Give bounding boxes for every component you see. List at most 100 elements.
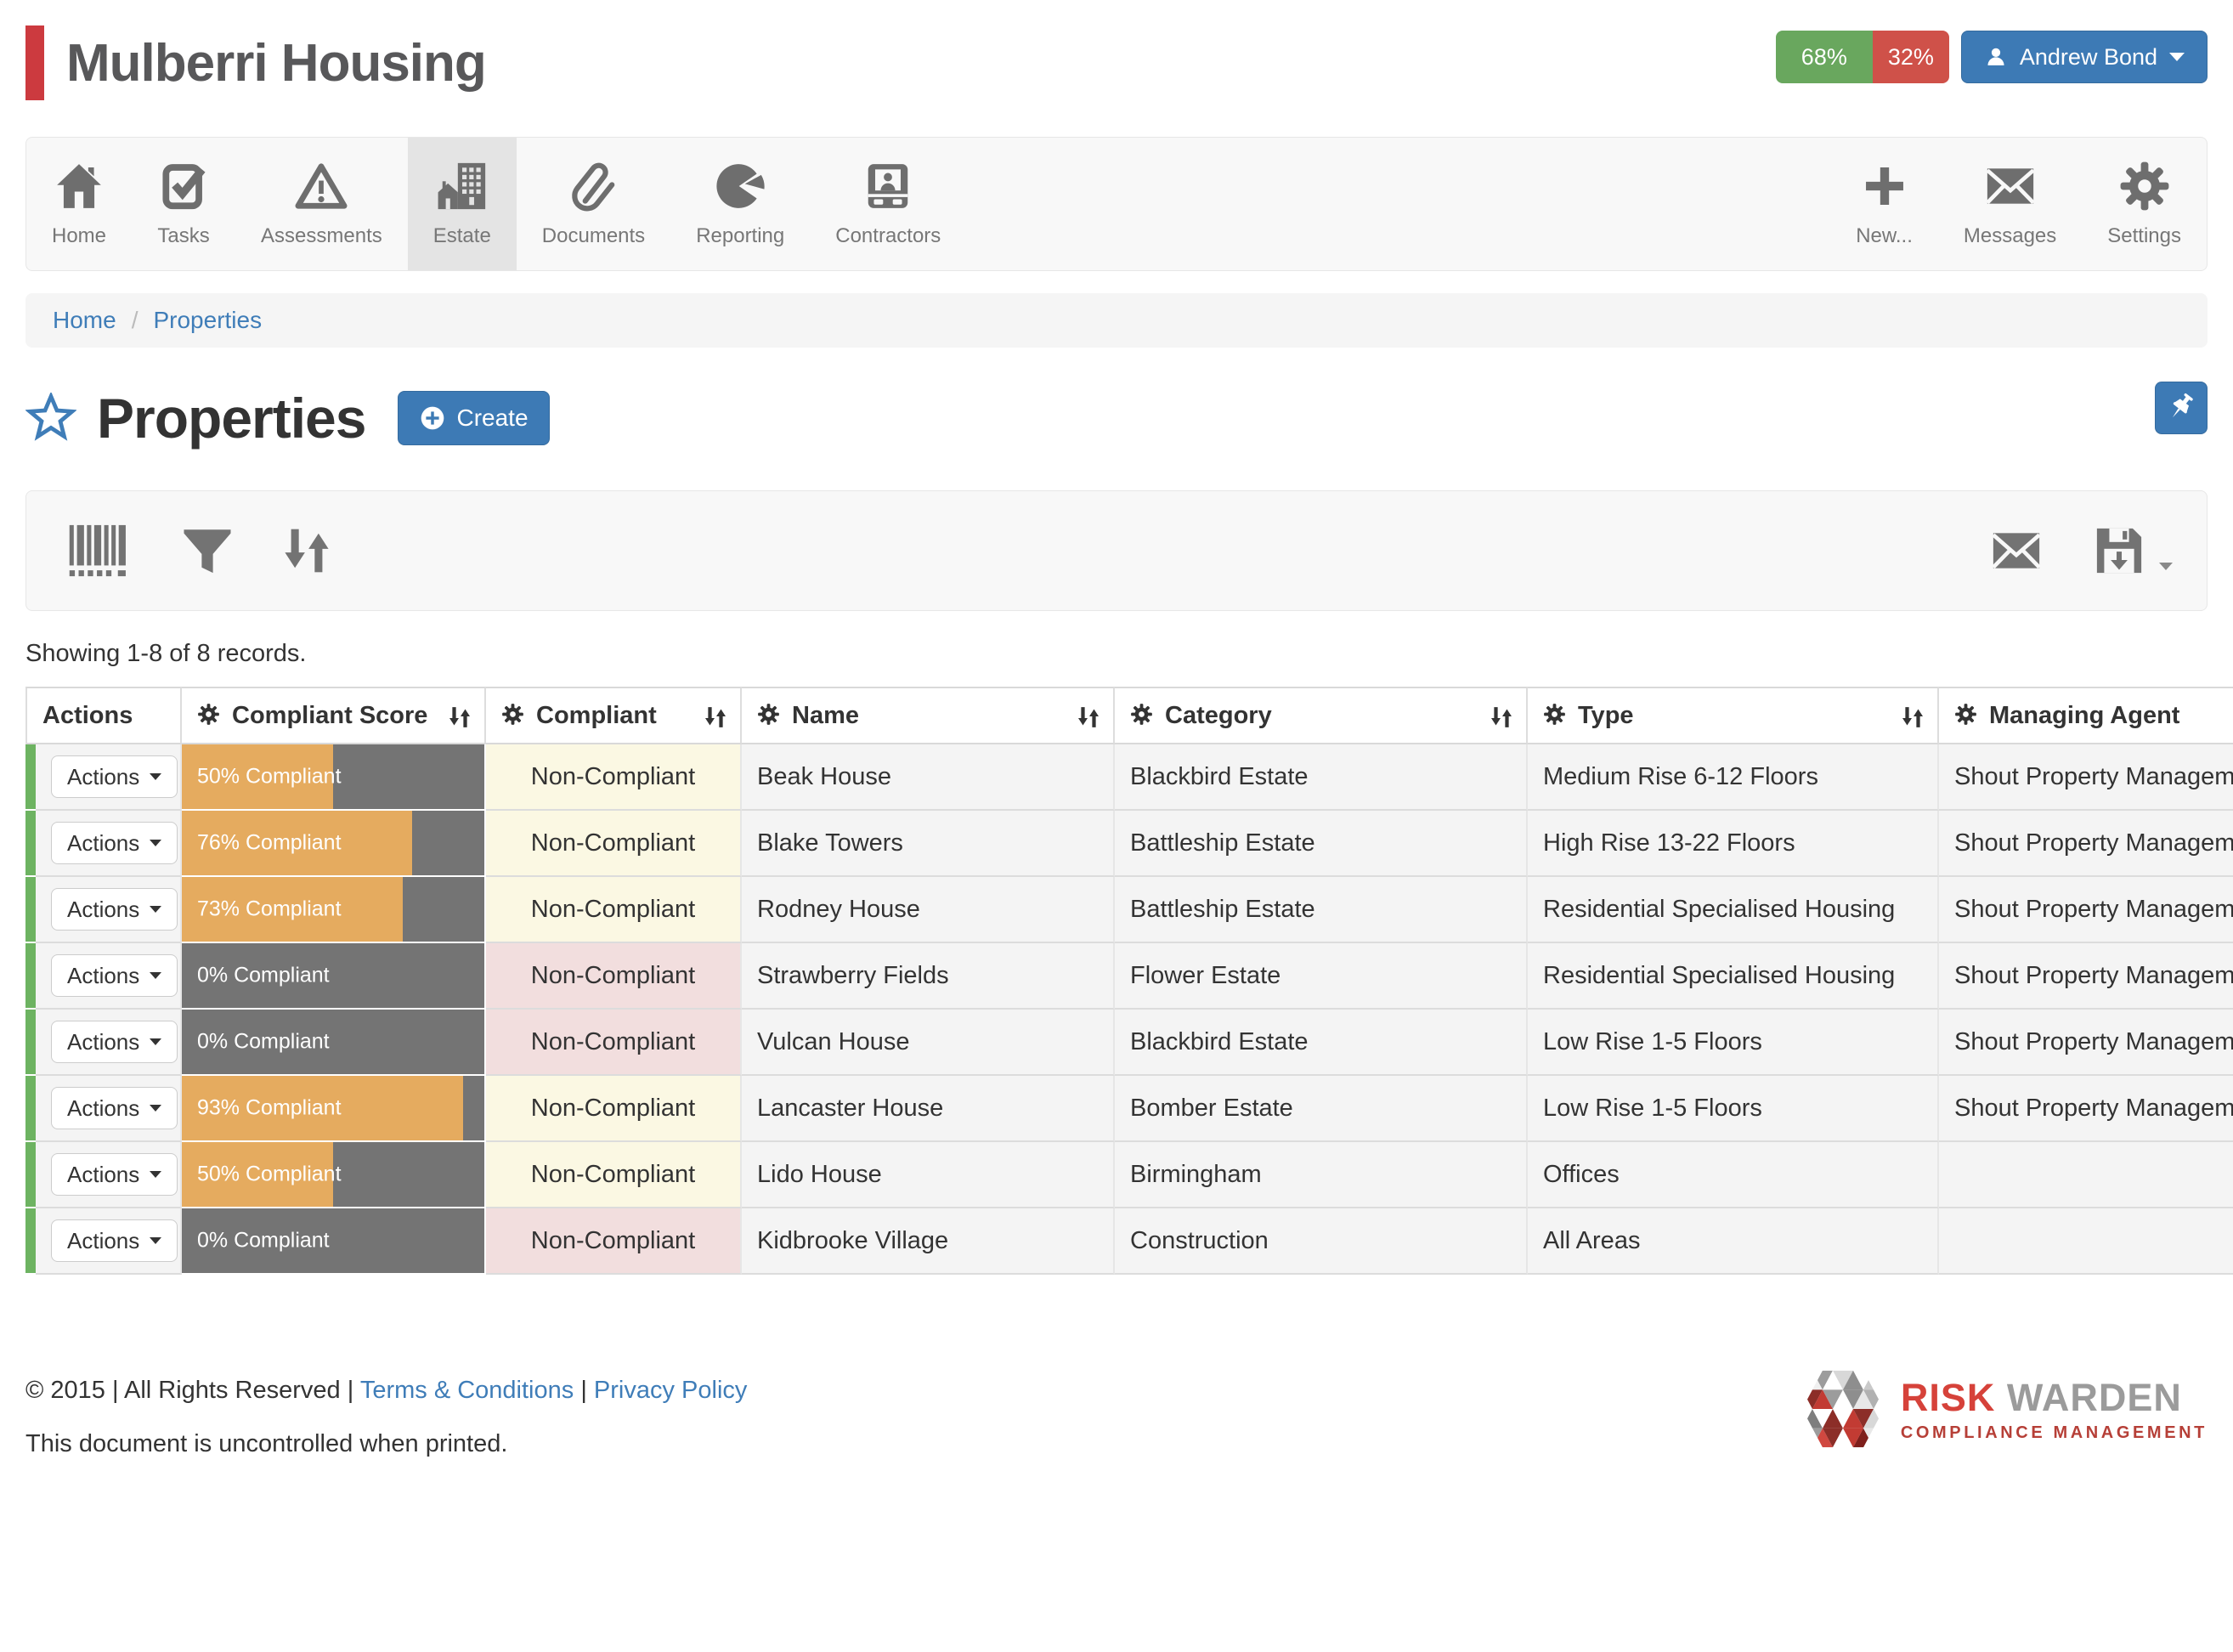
warning-triangle-icon xyxy=(295,160,348,212)
compliant-score-cell: 0% Compliant xyxy=(182,943,486,1010)
hexagon-mosaic-icon xyxy=(1802,1366,1884,1451)
nav-item-settings[interactable]: Settings xyxy=(2082,138,2207,270)
nav-label: Reporting xyxy=(696,224,784,248)
privacy-link[interactable]: Privacy Policy xyxy=(594,1377,748,1404)
column-header-name[interactable]: Name xyxy=(742,687,1115,744)
column-header-compliant-score[interactable]: Compliant Score xyxy=(182,687,486,744)
save-export-button[interactable] xyxy=(2091,523,2173,579)
terms-link[interactable]: Terms & Conditions xyxy=(360,1377,574,1404)
caret-down-icon xyxy=(2159,563,2173,579)
table-header-row: Actions Compliant Score Compliant Name xyxy=(25,687,2233,744)
table-row: Actions 76% Compliant Non-Compliant Blak… xyxy=(25,811,2233,877)
nav-item-estate[interactable]: Estate xyxy=(408,138,517,270)
nav-item-home[interactable]: Home xyxy=(26,138,132,270)
column-header-managing-agent[interactable]: Managing Agent xyxy=(1939,687,2233,744)
compliant-score-cell: 73% Compliant xyxy=(182,877,486,943)
row-actions-button[interactable]: Actions xyxy=(51,1021,178,1063)
name-cell: Kidbrooke Village xyxy=(742,1208,1115,1275)
actions-button-label: Actions xyxy=(67,830,139,857)
nav-left-group: Home Tasks Assessments Estate Documents … xyxy=(26,138,966,270)
row-status-stripe xyxy=(25,877,36,943)
actions-button-label: Actions xyxy=(67,764,139,790)
contact-card-icon xyxy=(862,160,914,212)
nav-item-assessments[interactable]: Assessments xyxy=(235,138,408,270)
nav-label: Settings xyxy=(2107,224,2181,248)
type-cell: Residential Specialised Housing xyxy=(1528,943,1939,1010)
filter-button[interactable] xyxy=(179,521,235,580)
row-actions-button[interactable]: Actions xyxy=(51,1153,178,1196)
row-actions-button[interactable]: Actions xyxy=(51,888,178,931)
column-header-category[interactable]: Category xyxy=(1115,687,1528,744)
row-actions-button[interactable]: Actions xyxy=(51,822,178,864)
create-button[interactable]: Create xyxy=(398,391,549,445)
managing-agent-cell: Shout Property Management xyxy=(1939,744,2233,811)
caret-down-icon xyxy=(150,1038,161,1045)
barcode-button[interactable] xyxy=(60,518,135,583)
caret-down-icon xyxy=(150,906,161,913)
user-menu-button[interactable]: Andrew Bond xyxy=(1961,31,2208,83)
breadcrumb-home-link[interactable]: Home xyxy=(53,307,116,334)
managing-agent-cell xyxy=(1939,1208,2233,1275)
risk-warden-logo: RISK WARDEN COMPLIANCE MANAGEMENT xyxy=(1802,1366,2208,1451)
save-icon xyxy=(2091,523,2147,579)
actions-button-label: Actions xyxy=(67,1029,139,1055)
page: Mulberri Housing 68% 32% Andrew Bond Hom… xyxy=(0,0,2233,1652)
properties-table: Actions Compliant Score Compliant Name xyxy=(25,687,2233,1275)
category-cell: Bomber Estate xyxy=(1115,1076,1528,1142)
compliance-summary-badge: 68% 32% xyxy=(1776,31,1949,83)
sort-arrows-icon xyxy=(1076,704,1101,730)
row-actions-button[interactable]: Actions xyxy=(51,1087,178,1129)
gear-icon xyxy=(197,703,220,726)
compliant-score-cell: 50% Compliant xyxy=(182,1142,486,1208)
nav-right-group: New... Messages Settings xyxy=(1830,138,2207,270)
compliant-score-cell: 93% Compliant xyxy=(182,1076,486,1142)
pin-button[interactable] xyxy=(2155,382,2208,434)
email-export-button[interactable] xyxy=(1986,524,2047,577)
score-label: 93% Compliant xyxy=(197,1096,342,1121)
column-header-compliant[interactable]: Compliant xyxy=(486,687,742,744)
compliant-score-cell: 50% Compliant xyxy=(182,744,486,811)
nav-item-messages[interactable]: Messages xyxy=(1938,138,2082,270)
type-cell: High Rise 13-22 Floors xyxy=(1528,811,1939,877)
logo-tagline: COMPLIANCE MANAGEMENT xyxy=(1901,1423,2208,1443)
type-cell: Low Rise 1-5 Floors xyxy=(1528,1076,1939,1142)
name-cell: Vulcan House xyxy=(742,1010,1115,1076)
type-cell: Offices xyxy=(1528,1142,1939,1208)
breadcrumb-properties-link[interactable]: Properties xyxy=(153,307,262,334)
category-cell: Battleship Estate xyxy=(1115,811,1528,877)
favorite-star-icon[interactable] xyxy=(25,393,76,444)
create-button-label: Create xyxy=(456,405,528,432)
caret-down-icon xyxy=(150,1105,161,1112)
footer-separator: | xyxy=(348,1377,354,1404)
building-icon xyxy=(436,160,489,212)
category-cell: Birmingham xyxy=(1115,1142,1528,1208)
nav-item-new[interactable]: New... xyxy=(1830,138,1938,270)
nav-label: Documents xyxy=(542,224,645,248)
nav-item-tasks[interactable]: Tasks xyxy=(132,138,235,270)
row-status-stripe xyxy=(25,1208,36,1275)
table-row: Actions 73% Compliant Non-Compliant Rodn… xyxy=(25,877,2233,943)
nav-item-documents[interactable]: Documents xyxy=(517,138,670,270)
toolbar-right-group xyxy=(1986,523,2173,579)
column-label: Compliant Score xyxy=(232,702,427,729)
compliant-status-cell: Non-Compliant xyxy=(486,1076,742,1142)
sort-button[interactable] xyxy=(280,521,334,580)
table-row: Actions 0% Compliant Non-Compliant Kidbr… xyxy=(25,1208,2233,1275)
breadcrumb: Home / Properties xyxy=(25,293,2208,348)
sort-arrows-icon xyxy=(280,521,334,580)
actions-button-label: Actions xyxy=(67,1095,139,1122)
score-label: 50% Compliant xyxy=(197,1163,342,1187)
row-actions-button[interactable]: Actions xyxy=(51,1219,178,1262)
caret-down-icon xyxy=(150,1237,161,1244)
nav-label: Home xyxy=(52,224,106,248)
nav-item-reporting[interactable]: Reporting xyxy=(670,138,810,270)
column-label: Compliant xyxy=(536,702,657,729)
row-actions-button[interactable]: Actions xyxy=(51,755,178,798)
column-header-type[interactable]: Type xyxy=(1528,687,1939,744)
nav-item-contractors[interactable]: Contractors xyxy=(810,138,966,270)
row-actions-button[interactable]: Actions xyxy=(51,954,178,997)
managing-agent-cell: Shout Property Management xyxy=(1939,811,2233,877)
row-status-stripe xyxy=(25,943,36,1010)
row-status-stripe xyxy=(25,1076,36,1142)
managing-agent-cell: Shout Property Management xyxy=(1939,1010,2233,1076)
